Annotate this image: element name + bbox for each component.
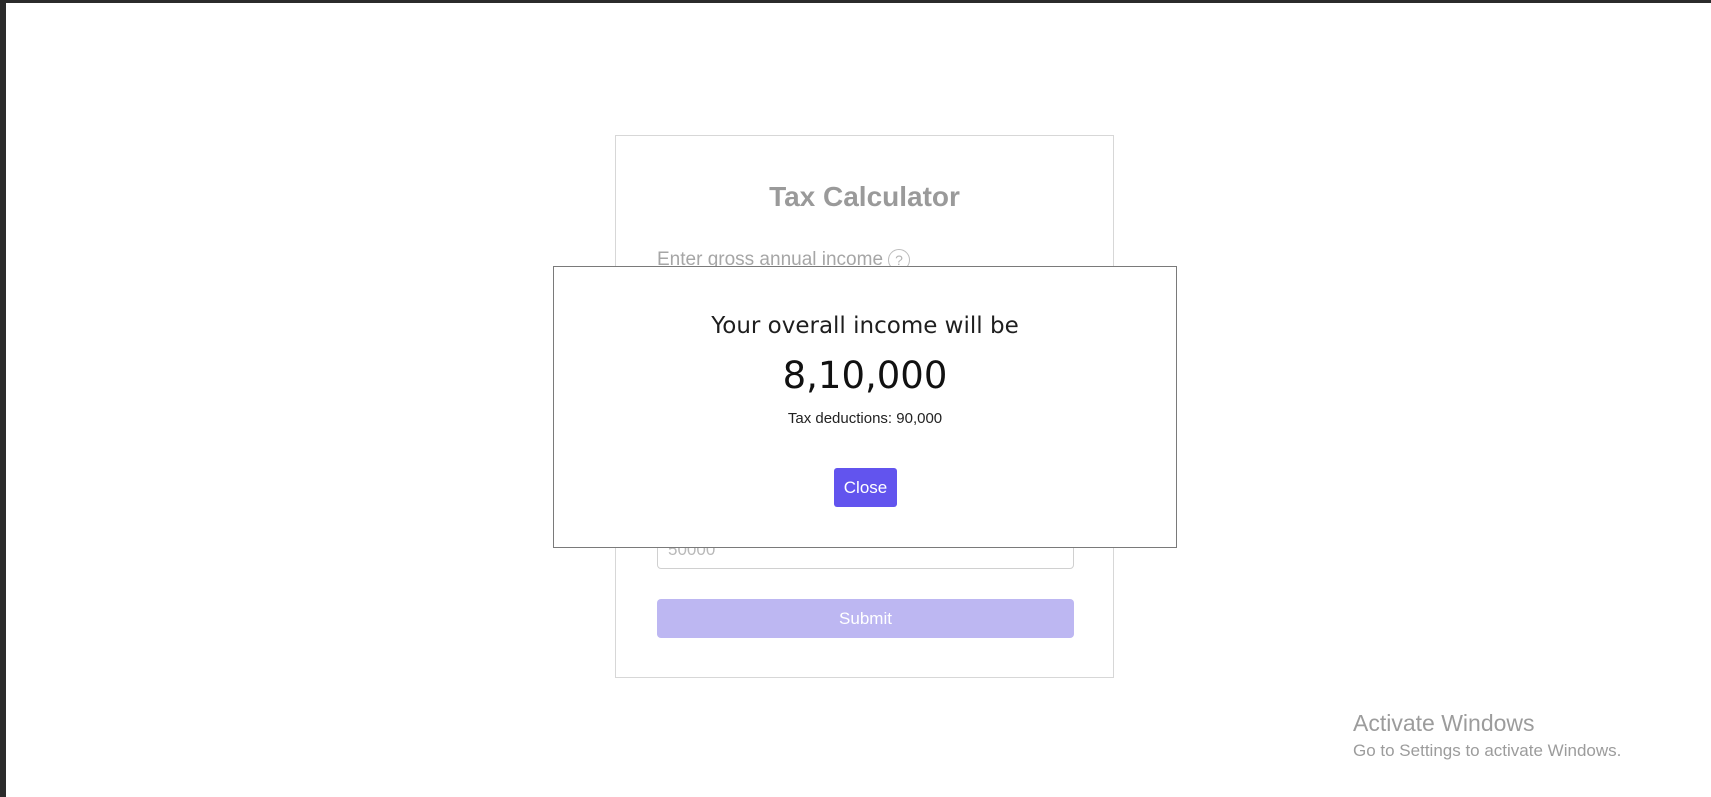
page-title: Tax Calculator: [769, 181, 960, 212]
activate-windows-watermark: Activate Windows Go to Settings to activ…: [1353, 710, 1621, 761]
watermark-subtitle: Go to Settings to activate Windows.: [1353, 741, 1622, 760]
close-button[interactable]: Close: [834, 468, 897, 507]
watermark-title: Activate Windows: [1353, 710, 1535, 736]
tax-deductions-text: Tax deductions: 90,000: [787, 410, 943, 427]
result-modal: Your overall income will be 8,10,000 Tax…: [553, 266, 1177, 548]
modal-heading: Your overall income will be: [711, 313, 1019, 339]
overall-income-amount: 8,10,000: [782, 354, 948, 397]
app-window: Tax Calculator Enter gross annual income…: [0, 0, 1711, 797]
submit-button[interactable]: Submit: [657, 599, 1074, 638]
